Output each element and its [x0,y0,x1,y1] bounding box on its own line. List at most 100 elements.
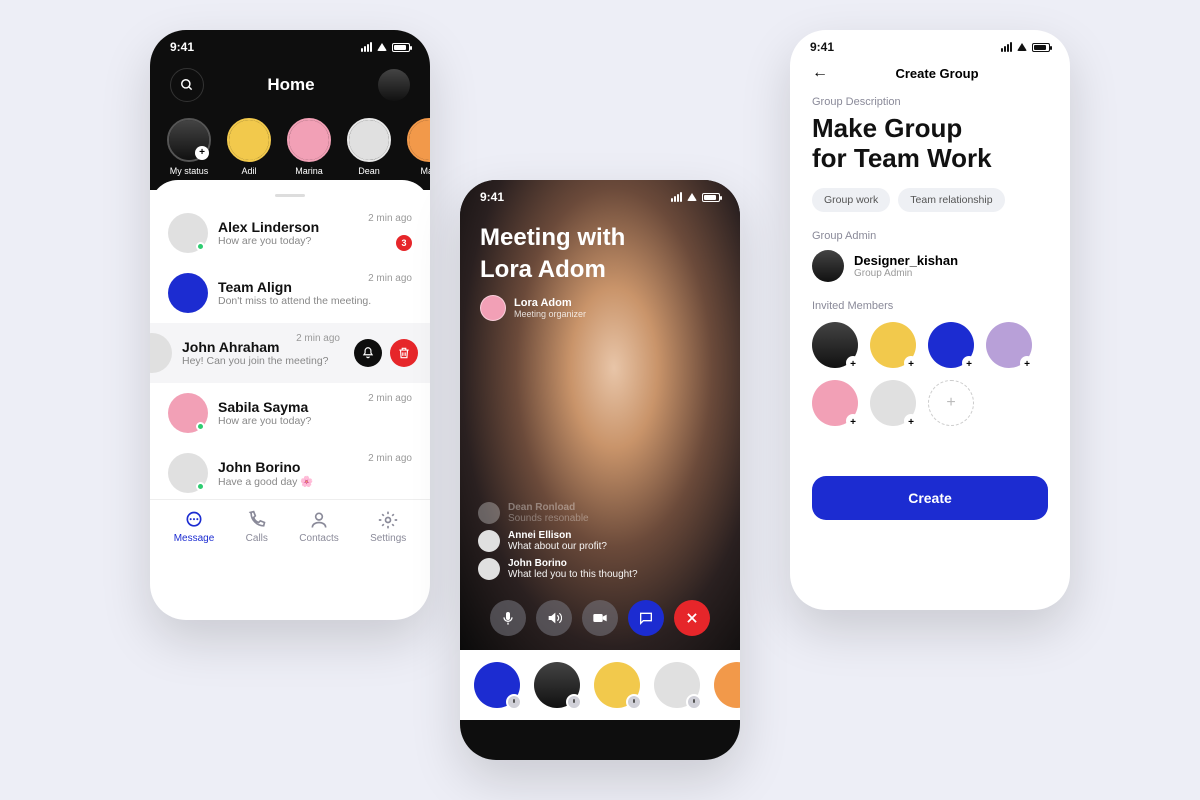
invited-member[interactable]: + [986,322,1032,368]
participant[interactable] [714,662,740,708]
tab-calls[interactable]: Calls [246,510,268,544]
admin-name: Designer_kishan [854,253,958,268]
invited-member[interactable]: + [812,380,858,426]
online-indicator [196,482,205,491]
add-member-button[interactable]: + [928,380,974,426]
story-label: My status [170,166,209,176]
message-icon [184,510,204,530]
invited-member[interactable]: + [870,380,916,426]
video-button[interactable] [582,600,618,636]
organizer-name: Lora Adom [514,297,586,309]
status-bar: 9:41 [460,180,740,210]
delete-button[interactable] [390,339,418,367]
bell-icon [361,346,375,360]
video-icon [592,610,608,626]
participant[interactable] [534,662,580,708]
search-button[interactable] [170,68,204,102]
chat-button[interactable] [628,600,664,636]
avatar [150,333,172,373]
call-message: John BorinoWhat led you to this thought? [478,558,722,580]
tag-chip[interactable]: Group work [812,188,890,212]
add-icon: + [962,356,976,370]
chat-row[interactable]: Sabila SaymaHow are you today?2 min ago [150,383,430,443]
mic-status-icon [686,694,702,710]
organizer-row: Lora Adom Meeting organizer [480,295,720,321]
chat-time: 2 min ago [368,273,412,284]
profile-avatar[interactable] [378,69,410,101]
message-author: Annei Ellison [508,530,607,541]
tab-settings[interactable]: Settings [370,510,406,544]
invited-member[interactable]: + [812,322,858,368]
story-item[interactable]: +My status [166,118,212,176]
tag-chips: Group work Team relationship [812,188,1048,212]
wifi-icon [1017,43,1027,51]
story-item[interactable]: Max [406,118,430,176]
story-item[interactable]: Marina [286,118,332,176]
add-icon: + [1020,356,1034,370]
chat-list-sheet: Alex LindersonHow are you today?2 min ag… [150,180,430,558]
online-indicator [196,242,205,251]
participant[interactable] [594,662,640,708]
invited-member[interactable]: + [928,322,974,368]
add-icon: + [904,356,918,370]
wifi-icon [687,193,697,201]
tab-contacts[interactable]: Contacts [299,510,338,544]
status-indicators [1001,42,1050,52]
participant[interactable] [474,662,520,708]
end-call-button[interactable] [674,600,710,636]
chat-row[interactable]: John BorinoHave a good day 🌸2 min ago [150,443,430,503]
mic-status-icon [626,694,642,710]
search-icon [180,78,194,92]
description-label: Group Description [812,96,1048,108]
clock: 9:41 [170,40,194,54]
wifi-icon [377,43,387,51]
mute-button[interactable] [354,339,382,367]
mic-status-icon [506,694,522,710]
mic-status-icon [566,694,582,710]
status-bar: 9:41 [790,30,1070,60]
admin-row[interactable]: Designer_kishan Group Admin [812,250,1048,282]
chat-row[interactable]: John AhrahamHey! Can you join the meetin… [150,323,430,383]
chat-icon [638,610,654,626]
invited-member[interactable]: + [870,322,916,368]
tab-bar: Message Calls Contacts Settings [150,499,430,558]
story-label: Adil [241,166,256,176]
microphone-icon [500,610,516,626]
meeting-title-line1: Meeting with [480,224,720,252]
home-screen: 9:41 Home +My statusAdilMarinaDeanMax Al… [150,30,430,620]
unread-badge: 3 [396,235,412,251]
call-message: Dean RonloadSounds resonable [478,502,722,524]
signal-icon [1001,42,1012,52]
battery-icon [702,193,720,202]
story-item[interactable]: Dean [346,118,392,176]
grab-handle[interactable] [275,194,305,197]
status-bar: 9:41 [150,30,430,60]
group-title-line1: Make Group [812,114,1048,144]
add-icon: + [846,356,860,370]
mute-button[interactable] [490,600,526,636]
chat-preview: How are you today? [218,235,412,247]
story-item[interactable]: Adil [226,118,272,176]
chat-row[interactable]: Alex LindersonHow are you today?2 min ag… [150,203,430,263]
home-top-section: 9:41 Home +My statusAdilMarinaDeanMax [150,30,430,190]
gear-icon [378,510,398,530]
admin-label: Group Admin [812,230,1048,242]
chat-row[interactable]: Team AlignDon't miss to attend the meeti… [150,263,430,323]
avatar [168,273,208,313]
chat-time: 2 min ago [368,453,412,464]
message-text: Sounds resonable [508,513,589,524]
tab-message[interactable]: Message [174,510,215,544]
trash-icon [397,346,411,360]
create-group-body: ← Create Group Group Description Make Gr… [790,60,1070,524]
status-indicators [671,192,720,202]
create-button[interactable]: Create [812,476,1048,520]
speaker-button[interactable] [536,600,572,636]
chat-preview: How are you today? [218,415,412,427]
avatar [478,530,500,552]
call-chat-messages: Dean RonloadSounds resonable Annei Elliso… [478,502,722,580]
participant[interactable] [654,662,700,708]
chat-time: 2 min ago [368,213,412,224]
tag-chip[interactable]: Team relationship [898,188,1004,212]
page-title: Create Group [842,66,1032,81]
back-button[interactable]: ← [812,64,828,82]
